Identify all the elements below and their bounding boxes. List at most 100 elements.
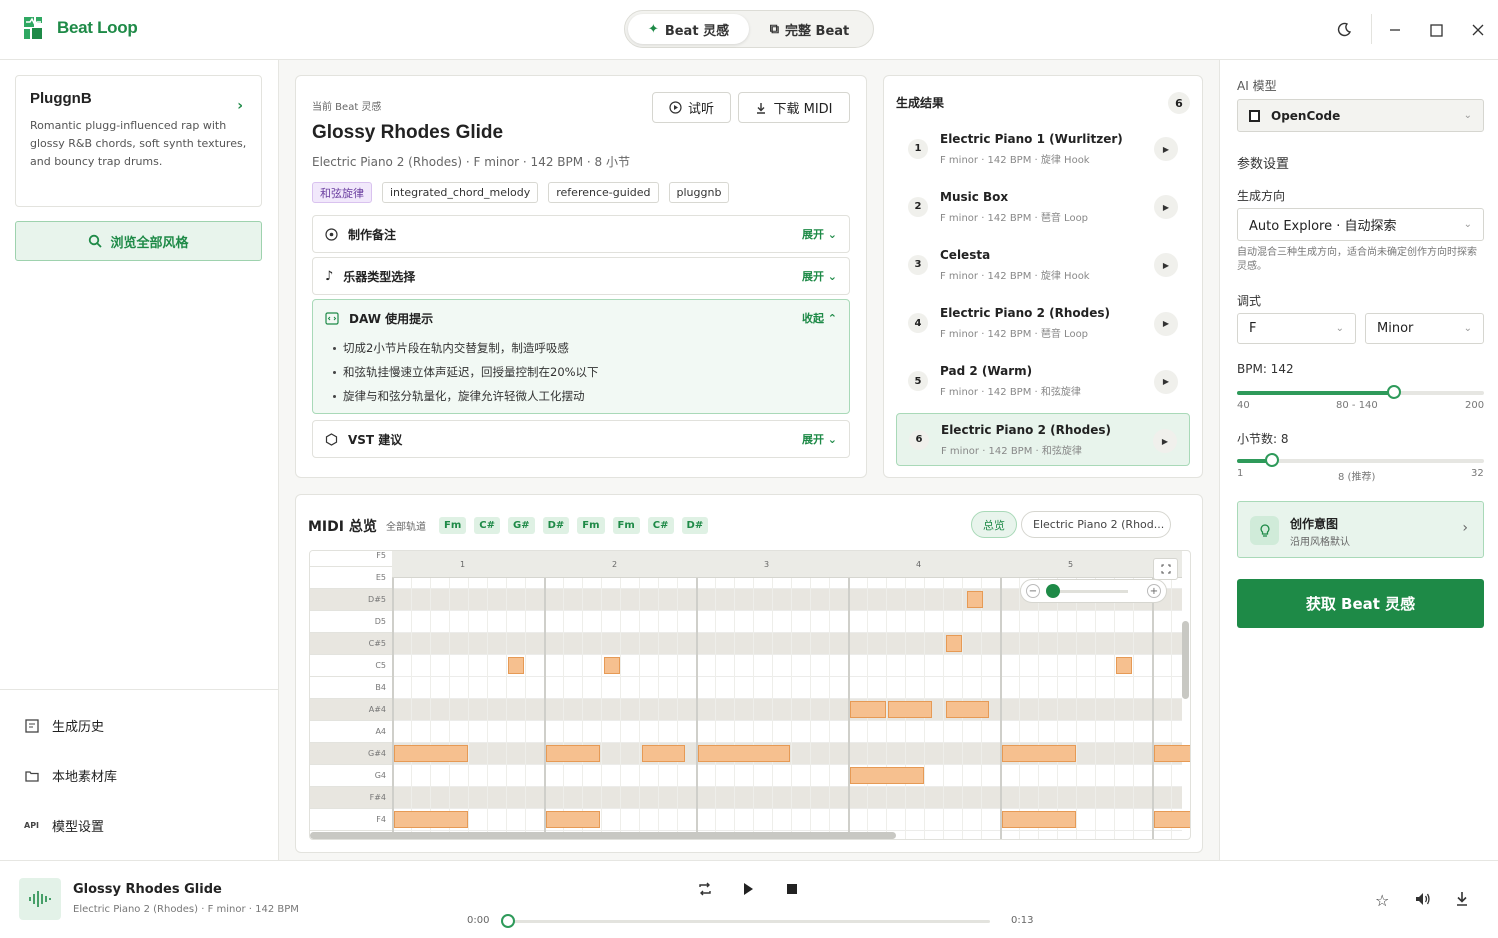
midi-note[interactable] — [394, 811, 468, 828]
zoom-in-icon[interactable]: + — [1147, 584, 1161, 598]
progress-handle[interactable] — [501, 914, 515, 928]
direction-hint: 自动混合三种生成方向，适合尚未确定创作方向时探索灵感。 — [1237, 247, 1477, 272]
loop-icon[interactable] — [697, 881, 713, 901]
result-item[interactable]: 1 Electric Piano 1 (Wurlitzer) F minor · 1… — [896, 122, 1190, 175]
browse-styles-button[interactable]: 浏览全部风格 — [15, 221, 262, 261]
midi-note[interactable] — [945, 635, 962, 652]
grid-row — [392, 611, 1182, 633]
midi-note[interactable] — [850, 767, 924, 784]
nav-history[interactable]: 生成历史 — [24, 716, 104, 735]
maximize-button[interactable] — [1424, 18, 1448, 42]
section-instrument-choice[interactable]: ♪ 乐器类型选择 展开 ⌄ — [312, 257, 850, 295]
expand-toggle[interactable]: 展开 ⌄ — [802, 226, 837, 242]
midi-note[interactable] — [1154, 745, 1190, 762]
midi-note[interactable] — [546, 745, 601, 762]
result-item[interactable]: 4 Electric Piano 2 (Rhodes) F minor · 142 … — [896, 297, 1190, 350]
play-icon[interactable]: ▶ — [1154, 253, 1178, 278]
result-meta: F minor · 142 BPM · 琶音 Loop — [940, 212, 1089, 224]
bpm-slider[interactable] — [1237, 385, 1484, 399]
horizontal-scrollbar[interactable] — [310, 832, 896, 839]
midi-overview-card: MIDI 总览 全部轨道 Fm C# G# D# Fm Fm C# D# 总览 … — [295, 494, 1203, 853]
midi-note[interactable] — [603, 657, 620, 674]
result-item[interactable]: 3 Celesta F minor · 142 BPM · 旋律 Hook ▶ — [896, 238, 1190, 291]
midi-note[interactable] — [1002, 811, 1076, 828]
direction-select[interactable]: Auto Explore · 自动探索 ⌄ — [1237, 208, 1484, 241]
result-name: Pad 2 (Warm) — [940, 364, 1033, 379]
section-vst-suggestions[interactable]: VST 建议 展开 ⌄ — [312, 420, 850, 458]
midi-note[interactable] — [1154, 811, 1190, 828]
progress-track[interactable] — [501, 914, 990, 928]
moon-icon[interactable] — [1332, 18, 1356, 42]
expand-icon[interactable] — [1153, 558, 1178, 580]
collapse-toggle[interactable]: 收起 ⌃ — [802, 310, 837, 326]
bar-number: 2 — [612, 560, 618, 569]
nav-model-settings[interactable]: API 模型设置 — [24, 816, 104, 835]
beat-line — [601, 551, 602, 839]
play-icon[interactable]: ▶ — [1154, 195, 1178, 220]
intent-card[interactable]: 创作意图 沿用风格默认 › — [1237, 501, 1484, 558]
tab-beat-inspiration[interactable]: ✦ Beat 灵感 — [628, 14, 749, 44]
generate-button[interactable]: 获取 Beat 灵感 — [1237, 579, 1484, 628]
star-icon[interactable]: ☆ — [1375, 891, 1389, 910]
app-logo: Beat Loop — [23, 15, 138, 41]
result-item[interactable]: 2 Music Box F minor · 142 BPM · 琶音 Loop ▶ — [896, 180, 1190, 233]
bar-number: 5 — [1068, 560, 1074, 569]
tab-full-beat[interactable]: ⧉ 完整 Beat — [749, 14, 870, 44]
bars-slider[interactable] — [1237, 453, 1484, 467]
piano-key: C5 — [310, 655, 392, 677]
slider-handle[interactable] — [1387, 385, 1402, 399]
section-daw-tips[interactable]: DAW 使用提示 收起 ⌃ 切成2小节片段在轨内交替复制，制造呼吸感 和弦轨挂慢… — [312, 299, 850, 414]
section-production-notes[interactable]: 制作备注 展开 ⌄ — [312, 215, 850, 253]
result-item[interactable]: 6 Electric Piano 2 (Rhodes) F minor · 142 … — [896, 413, 1190, 466]
close-button[interactable] — [1466, 18, 1490, 42]
code-window-icon — [325, 311, 339, 325]
midi-note[interactable] — [508, 657, 525, 674]
scale-select[interactable]: Minor ⌄ — [1365, 313, 1484, 344]
midi-note[interactable] — [1002, 745, 1076, 762]
expand-toggle[interactable]: 展开 ⌄ — [802, 431, 837, 447]
minimize-button[interactable] — [1383, 18, 1407, 42]
midi-note[interactable] — [967, 591, 984, 608]
piano-roll[interactable]: F5 E5 D#5 D5 C#5 C5 B4 A#4 A4 G#4 G4 F#4 F4 1 2 3 4 5 − … — [309, 550, 1191, 840]
result-meta: F minor · 142 BPM · 和弦旋律 — [940, 387, 1081, 399]
slider-handle[interactable] — [1265, 453, 1280, 467]
download-midi-button[interactable]: 下载 MIDI — [738, 92, 850, 123]
chevron-down-icon: ⌄ — [1463, 110, 1472, 121]
result-item[interactable]: 5 Pad 2 (Warm) F minor · 142 BPM · 和弦旋律 ▶ — [896, 355, 1190, 408]
nav-label: 本地素材库 — [52, 770, 118, 785]
tag: reference-guided — [548, 182, 659, 203]
midi-note[interactable] — [1116, 657, 1133, 674]
volume-icon[interactable] — [1414, 891, 1431, 911]
style-description: Romantic plugg-influenced rap with gloss… — [30, 119, 247, 168]
style-card[interactable]: PluggnB › Romantic plugg-influenced rap … — [15, 75, 262, 207]
download-icon[interactable] — [1455, 891, 1469, 911]
play-icon[interactable]: ▶ — [1153, 429, 1177, 453]
midi-note[interactable] — [698, 745, 791, 762]
beat-line — [468, 551, 469, 839]
play-icon[interactable]: ▶ — [1154, 369, 1178, 394]
download-icon — [757, 102, 766, 114]
midi-note[interactable] — [945, 701, 990, 718]
expand-toggle[interactable]: 展开 ⌄ — [802, 268, 837, 284]
vertical-scrollbar[interactable] — [1182, 621, 1189, 699]
zoom-knob[interactable] — [1046, 583, 1060, 598]
play-icon[interactable]: ▶ — [1154, 311, 1178, 336]
stop-button[interactable] — [787, 884, 797, 894]
play-icon[interactable]: ▶ — [1154, 137, 1178, 161]
model-select[interactable]: OpenCode ⌄ — [1237, 99, 1484, 132]
midi-note[interactable] — [888, 701, 932, 718]
midi-note[interactable] — [546, 811, 601, 828]
play-button[interactable] — [742, 882, 754, 900]
midi-note[interactable] — [850, 701, 886, 718]
track-select[interactable]: Electric Piano 2 (Rhod... — [1021, 511, 1171, 538]
midi-note[interactable] — [641, 745, 686, 762]
zoom-slider[interactable] — [1046, 583, 1128, 598]
midi-note[interactable] — [394, 745, 468, 762]
overview-toggle[interactable]: 总览 — [971, 511, 1017, 538]
nav-local-library[interactable]: 本地素材库 — [24, 766, 117, 785]
preview-button[interactable]: 试听 — [652, 92, 731, 123]
zoom-control[interactable]: − + — [1020, 579, 1167, 603]
key-select[interactable]: F ⌄ — [1237, 313, 1356, 344]
zoom-out-icon[interactable]: − — [1026, 584, 1040, 598]
beat-line — [1190, 551, 1191, 840]
